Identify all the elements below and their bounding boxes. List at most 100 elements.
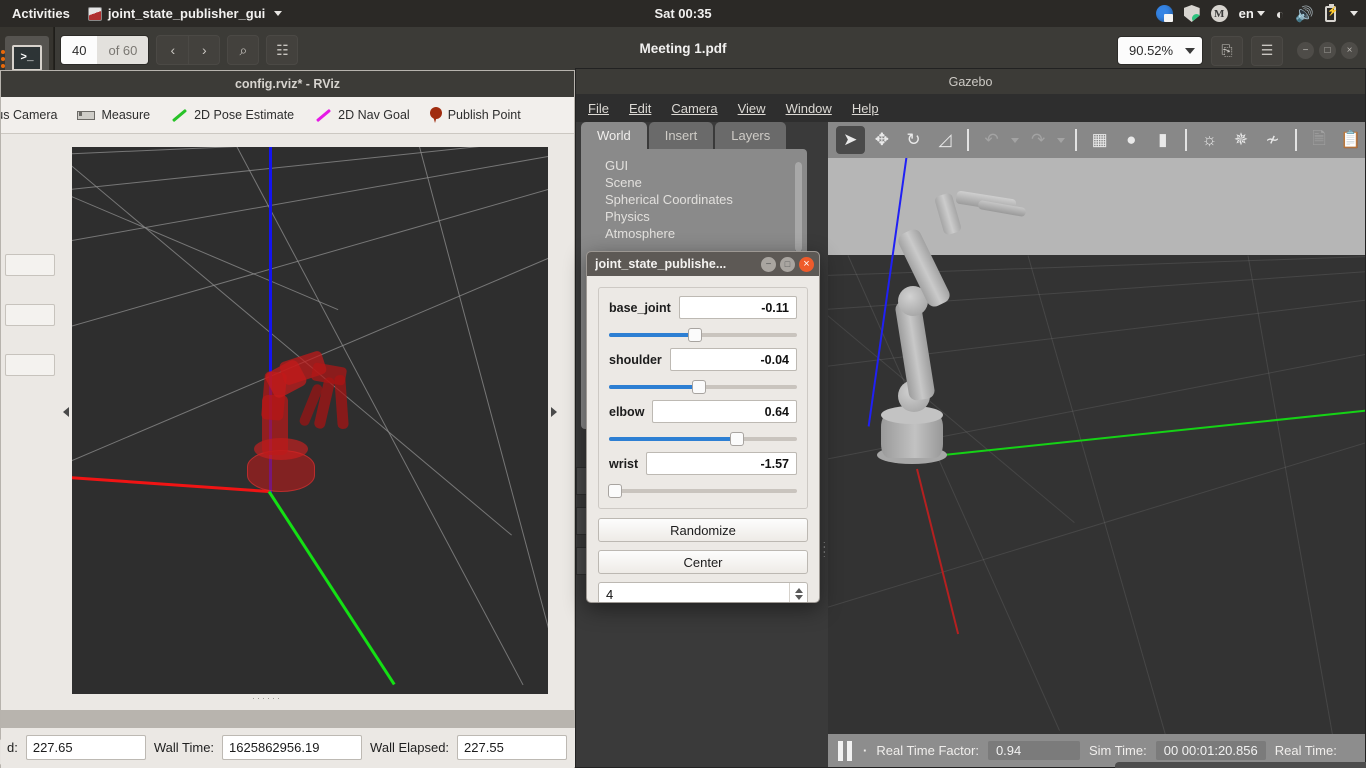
joint-slider-shoulder[interactable] (609, 380, 797, 394)
tab-world[interactable]: World (581, 122, 647, 149)
rviz-splitter-handle[interactable]: ······ (252, 694, 282, 703)
rviz-titlebar: config.rviz* - RViz (1, 71, 574, 97)
joint-value-input[interactable]: -1.57 (646, 452, 797, 475)
rviz-displays-panel[interactable] (1, 134, 63, 694)
joint-value-input[interactable]: 0.64 (652, 400, 797, 423)
m-icon[interactable]: M (1210, 5, 1228, 22)
next-page-button[interactable]: › (188, 35, 221, 65)
jsp-titlebar: joint_state_publishe... − □ × (587, 252, 819, 276)
rviz-collapse-left-icon[interactable] (63, 407, 69, 417)
shield-icon[interactable] (1183, 5, 1200, 22)
close-button[interactable]: × (1341, 42, 1358, 59)
minimize-button[interactable]: − (1297, 42, 1314, 59)
select-icon[interactable]: ➤ (836, 126, 865, 154)
joint-slider-wrist[interactable] (607, 484, 797, 498)
step-button[interactable]: · (863, 743, 867, 758)
stepper-up-icon[interactable] (794, 588, 803, 593)
rviz-3d-viewport[interactable] (72, 147, 548, 694)
tree-item-gui[interactable]: GUI (605, 157, 807, 174)
spot-light-icon[interactable]: ✵ (1227, 126, 1256, 154)
menu-label: Window (785, 100, 832, 116)
joint-slider-base_joint[interactable] (609, 328, 797, 342)
rotate-icon[interactable]: ↻ (899, 126, 928, 154)
jsp-spinbox[interactable]: 4 (598, 582, 808, 602)
language-indicator[interactable]: en (1239, 6, 1265, 21)
menu-view[interactable]: View (738, 101, 766, 116)
wifi-icon[interactable]: ◐ (1276, 6, 1284, 22)
copy-icon[interactable]: 🗎 (1305, 126, 1334, 154)
directional-light-icon[interactable]: ≁ (1258, 126, 1287, 154)
slider-thumb[interactable] (692, 380, 707, 394)
tree-item-atmosphere[interactable]: Atmosphere (605, 225, 807, 242)
menu-window[interactable]: Window (786, 101, 832, 116)
translate-icon[interactable]: ✥ (868, 126, 897, 154)
cylinder-icon[interactable]: ▮ (1149, 126, 1178, 154)
terminal-icon: >_ (12, 45, 42, 71)
x-axis (72, 475, 270, 493)
chevron-down-icon (1256, 11, 1265, 16)
activities-button[interactable]: Activities (0, 6, 80, 21)
joint-value-input[interactable]: -0.04 (669, 348, 797, 371)
tool-measure[interactable]: Measure (70, 105, 157, 125)
redo-dropdown-icon[interactable] (1057, 137, 1066, 143)
tree-item-scene[interactable]: Scene (605, 174, 807, 191)
outline-icon[interactable]: ☷ (266, 35, 299, 65)
slider-thumb[interactable] (688, 328, 703, 342)
volume-icon[interactable]: 🔊 (1295, 5, 1314, 23)
tool-2d-nav-goal[interactable]: 2D Nav Goal (307, 105, 417, 125)
scale-icon[interactable]: ◿ (931, 126, 960, 154)
randomize-button[interactable]: Randomize (598, 518, 808, 542)
elapsed-value-field[interactable]: 227.65 (25, 735, 146, 760)
center-button[interactable]: Center (598, 550, 808, 574)
tool-publish-point[interactable]: Publish Point (423, 104, 528, 126)
tree-item-spherical-coordinates[interactable]: Spherical Coordinates (605, 191, 807, 208)
tab-layers[interactable]: Layers (715, 122, 787, 149)
rviz-window: config.rviz* - RViz ▷ Focus Camera Measu… (0, 70, 576, 768)
menu-file[interactable]: File (588, 101, 609, 116)
undo-icon[interactable]: ↶ (977, 126, 1006, 154)
battery-icon[interactable] (1325, 3, 1338, 22)
point-light-icon[interactable]: ☼ (1195, 126, 1224, 154)
paste-icon[interactable]: 📋 (1336, 126, 1365, 154)
slider-thumb[interactable] (607, 484, 622, 498)
page-current-input[interactable]: 40 (61, 36, 98, 64)
jsp-close-button[interactable]: × (799, 256, 814, 272)
menu-camera[interactable]: Camera (671, 101, 717, 116)
maximize-button[interactable]: □ (1319, 42, 1336, 59)
joint-row-wrist: wrist -1.57 (609, 452, 797, 475)
slider-thumb[interactable] (729, 432, 744, 446)
search-icon[interactable]: ⌕ (227, 35, 260, 65)
annotate-icon[interactable]: ⎘ (1211, 35, 1243, 66)
stepper-down-icon[interactable] (794, 595, 803, 600)
menu-edit[interactable]: Edit (629, 101, 651, 116)
page-number-box[interactable]: 40 of 60 (60, 35, 150, 65)
spinbox-steppers[interactable] (789, 583, 807, 602)
menu-help[interactable]: Help (852, 101, 879, 116)
wall-elapsed-field[interactable]: 227.55 (457, 735, 568, 760)
tree-item-physics[interactable]: Physics (605, 208, 807, 225)
gazebo-3d-viewport[interactable] (828, 158, 1365, 734)
jsp-minimize-button[interactable]: − (761, 256, 776, 272)
wall-time-field[interactable]: 1625862956.19 (222, 735, 363, 760)
prev-page-button[interactable]: ‹ (156, 35, 189, 65)
tool-label: Focus Camera (1, 108, 58, 122)
tab-insert[interactable]: Insert (648, 122, 714, 149)
updates-icon[interactable] (1155, 5, 1173, 22)
zoom-select[interactable]: 90.52% (1117, 36, 1203, 65)
tool-focus-camera[interactable]: ▷ Focus Camera (1, 105, 64, 125)
pause-icon[interactable] (838, 740, 854, 761)
jsp-maximize-button[interactable]: □ (780, 256, 795, 272)
joint-value-input[interactable]: -0.11 (678, 296, 797, 319)
spinbox-value[interactable]: 4 (599, 587, 789, 602)
rviz-collapse-right-icon[interactable] (551, 407, 557, 417)
sphere-icon[interactable]: ● (1117, 126, 1146, 154)
system-menu-chevron-down-icon[interactable] (1350, 11, 1358, 16)
joint-slider-elbow[interactable] (609, 432, 797, 446)
app-menu-button[interactable]: joint_state_publisher_gui (80, 6, 290, 21)
hamburger-menu-icon[interactable]: ☰ (1251, 35, 1283, 66)
chevron-down-icon (274, 11, 283, 16)
undo-dropdown-icon[interactable] (1010, 137, 1019, 143)
redo-icon[interactable]: ↷ (1024, 126, 1053, 154)
tool-2d-pose-estimate[interactable]: 2D Pose Estimate (163, 105, 301, 125)
box-icon[interactable]: ▦ (1085, 126, 1114, 154)
